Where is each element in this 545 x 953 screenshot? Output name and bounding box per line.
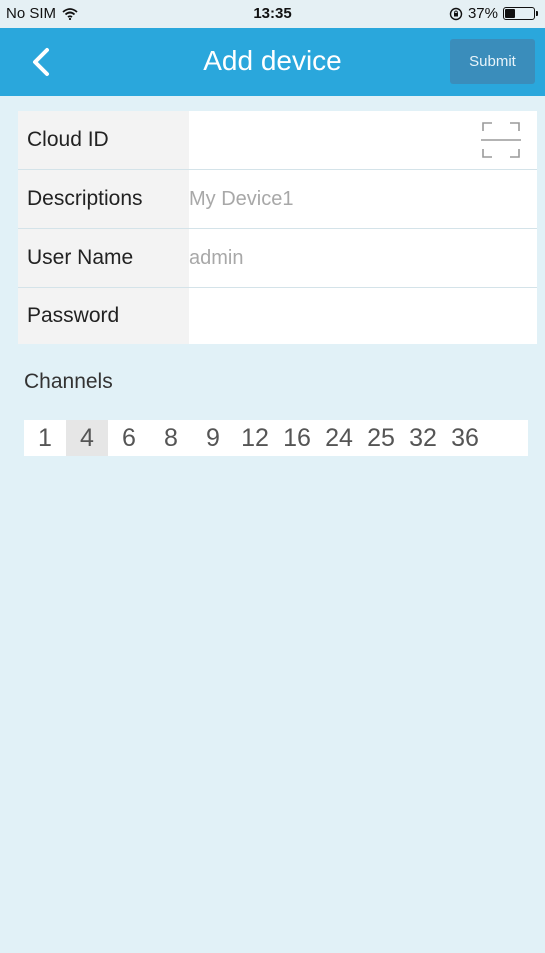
submit-button[interactable]: Submit <box>450 39 535 84</box>
orientation-lock-icon <box>449 7 463 20</box>
descriptions-row: Descriptions <box>18 170 537 229</box>
channel-selector: 1 4 6 8 9 12 16 24 25 32 36 <box>24 420 528 456</box>
channel-option[interactable]: 36 <box>444 420 486 456</box>
cloud-id-row: Cloud ID <box>18 111 537 170</box>
channel-option[interactable]: 9 <box>192 420 234 456</box>
status-right: 37% <box>449 5 538 22</box>
password-input[interactable] <box>189 288 537 344</box>
channel-option[interactable]: 8 <box>150 420 192 456</box>
battery-level <box>505 9 515 18</box>
channel-option[interactable]: 4 <box>66 420 108 456</box>
user-name-label: User Name <box>18 229 189 287</box>
battery-icon <box>503 7 538 20</box>
channel-option[interactable]: 25 <box>360 420 402 456</box>
channel-option[interactable]: 12 <box>234 420 276 456</box>
status-bar: No SIM 13:35 37% <box>0 0 545 28</box>
password-row: Password <box>18 288 537 344</box>
user-name-row: User Name <box>18 229 537 288</box>
channels-label: Channels <box>24 370 113 393</box>
channel-option[interactable]: 1 <box>24 420 66 456</box>
descriptions-input[interactable] <box>189 170 537 228</box>
navigation-bar: Add device Submit <box>0 28 545 96</box>
password-label: Password <box>18 288 189 344</box>
device-form: Cloud ID Descriptions User Name Password <box>18 111 537 344</box>
descriptions-label: Descriptions <box>18 170 189 228</box>
battery-percent: 37% <box>467 5 498 22</box>
cloud-id-label: Cloud ID <box>18 111 189 169</box>
channel-option[interactable]: 24 <box>318 420 360 456</box>
channel-option[interactable]: 32 <box>402 420 444 456</box>
channel-option[interactable]: 6 <box>108 420 150 456</box>
channel-option[interactable]: 16 <box>276 420 318 456</box>
qr-scan-icon[interactable] <box>479 119 523 161</box>
user-name-input[interactable] <box>189 229 537 287</box>
